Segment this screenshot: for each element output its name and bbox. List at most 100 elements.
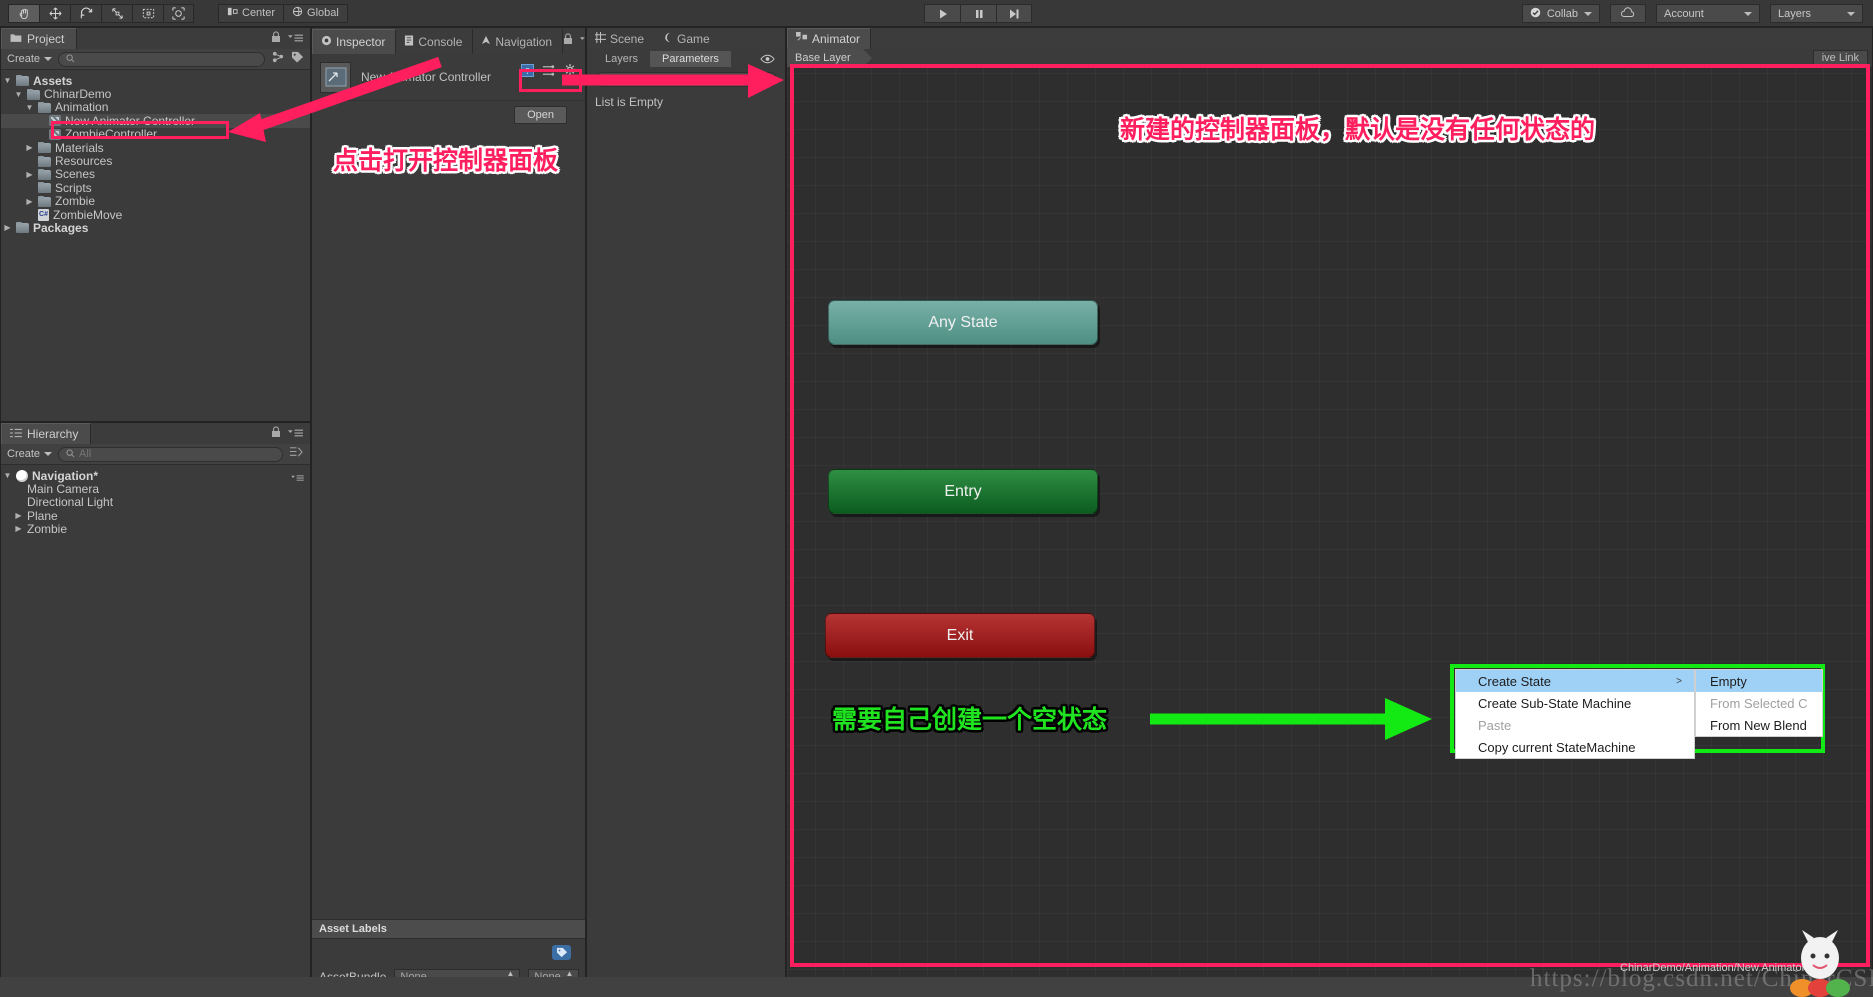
parameters-search-input[interactable]: [616, 73, 769, 86]
layers-label: Layers: [1778, 7, 1812, 20]
context-submenu-item[interactable]: Empty: [1696, 670, 1822, 692]
chevron-right-icon[interactable]: ▶: [3, 223, 12, 232]
lock-icon[interactable]: [271, 425, 281, 443]
tab-inspector[interactable]: Inspector: [312, 29, 397, 54]
help-icon[interactable]: ?: [521, 63, 534, 82]
tab-game[interactable]: Game: [654, 28, 720, 49]
tab-navigation[interactable]: Navigation: [473, 29, 564, 54]
play-button[interactable]: [924, 4, 960, 23]
pivot-mode-button[interactable]: Center: [218, 3, 284, 23]
hierarchy-search-box[interactable]: [58, 446, 283, 462]
filter-type-icon[interactable]: [271, 50, 285, 68]
hierarchy-tab-label: Hierarchy: [27, 427, 79, 441]
project-tree-item[interactable]: ▶ Scenes: [1, 167, 310, 181]
folder-icon: [38, 182, 51, 194]
animator-state-graph[interactable]: Any State Entry Exit: [787, 67, 1872, 997]
lock-icon[interactable]: [563, 32, 573, 50]
move-tool-button[interactable]: [39, 3, 70, 23]
context-submenu[interactable]: Empty From Selected C From New Blend: [1695, 669, 1823, 737]
step-button[interactable]: [996, 4, 1032, 23]
project-tree-item[interactable]: C# ZombieMove: [1, 207, 310, 222]
breadcrumb-base-layer[interactable]: Base Layer: [787, 49, 872, 67]
context-submenu-item[interactable]: From New Blend: [1696, 714, 1822, 736]
eye-icon[interactable]: [760, 51, 775, 69]
project-search-box[interactable]: [58, 51, 265, 67]
context-menu-item-label: Copy current StateMachine: [1478, 739, 1636, 755]
project-tree-item[interactable]: Scripts: [1, 181, 310, 195]
hierarchy-tree-item[interactable]: ▶ Zombie: [1, 521, 310, 537]
project-tree-item-label: New Animator Controller: [65, 113, 196, 128]
context-menu-item-label: Create State: [1478, 673, 1551, 689]
project-tree-item[interactable]: ▼ Assets: [1, 73, 310, 88]
chevron-down-icon[interactable]: ▼: [25, 103, 34, 112]
project-tree: ▼ Assets ▼ ChinarDemo ▼ Animation New Animator…: [1, 70, 310, 235]
state-node-exit[interactable]: Exit: [825, 613, 1095, 658]
asset-label-tag-button[interactable]: [552, 945, 571, 960]
project-tree-item[interactable]: ▶ Packages: [1, 221, 310, 235]
chevron-right-icon[interactable]: ▶: [25, 170, 34, 179]
project-tree-item[interactable]: New Animator Controller: [1, 113, 310, 128]
cloud-button[interactable]: [1610, 4, 1646, 23]
collab-button[interactable]: Collab: [1521, 4, 1600, 23]
inspector-object-header: New Animator Controller ?: [312, 54, 585, 101]
state-node-entry[interactable]: Entry: [828, 469, 1098, 514]
chevron-down-icon[interactable]: ▼: [3, 468, 12, 484]
context-menu-item[interactable]: Create State >: [1456, 670, 1694, 692]
filter-label-icon[interactable]: [291, 50, 304, 68]
preset-icon[interactable]: [542, 64, 555, 82]
animator-tab-label: Animator: [812, 32, 861, 46]
hierarchy-tree-item-label: Zombie: [27, 522, 68, 537]
project-tree-item[interactable]: ▼ Animation: [1, 100, 310, 114]
chevron-right-icon[interactable]: ▶: [25, 143, 34, 152]
project-tree-item[interactable]: ▼ ChinarDemo: [1, 87, 310, 101]
hand-tool-button[interactable]: [8, 3, 39, 23]
gear-icon[interactable]: [563, 63, 577, 82]
account-button[interactable]: Account: [1656, 4, 1760, 23]
scale-tool-button[interactable]: [101, 3, 132, 23]
tab-hierarchy[interactable]: Hierarchy: [1, 423, 92, 444]
rotate-tool-button[interactable]: [70, 3, 101, 23]
lock-icon[interactable]: [271, 30, 281, 48]
project-tree-item[interactable]: ZombieController: [1, 127, 310, 141]
scene-game-tabs: Scene Game: [587, 28, 785, 49]
transform-tool-button[interactable]: [163, 3, 194, 23]
folder-icon: [16, 222, 29, 234]
mascot-icon: [1780, 930, 1860, 997]
chevron-down-icon: [1744, 11, 1752, 16]
open-button[interactable]: Open: [514, 106, 567, 124]
layers-button[interactable]: Layers: [1770, 4, 1863, 23]
tab-project[interactable]: Project: [1, 28, 78, 49]
tab-scene[interactable]: Scene: [587, 28, 654, 49]
hierarchy-filter-icon[interactable]: [289, 445, 304, 463]
chevron-down-icon[interactable]: ▼: [3, 76, 12, 85]
tab-animator[interactable]: Animator: [787, 28, 872, 49]
project-tree-item[interactable]: Resources: [1, 154, 310, 168]
project-tree-item[interactable]: ▶ Materials: [1, 141, 310, 155]
project-search-input[interactable]: [79, 53, 257, 65]
parameters-search-box[interactable]: [595, 72, 777, 87]
project-tree-item-label: Assets: [33, 73, 73, 88]
cloud-icon: [1620, 6, 1636, 21]
hierarchy-create-button[interactable]: Create: [7, 448, 53, 460]
project-tree-item[interactable]: ▶ Zombie: [1, 194, 310, 208]
live-link-button[interactable]: ive Link: [1812, 50, 1868, 66]
context-menu-item[interactable]: Create Sub-State Machine: [1456, 692, 1694, 714]
rect-tool-button[interactable]: [132, 3, 163, 23]
subtab-parameters[interactable]: Parameters: [650, 50, 731, 67]
space-mode-button[interactable]: Global: [283, 3, 348, 23]
tab-console[interactable]: Console: [396, 29, 474, 54]
chevron-right-icon[interactable]: ▶: [14, 521, 23, 537]
chevron-down-icon[interactable]: ▼: [14, 90, 23, 99]
pause-button[interactable]: [960, 4, 996, 23]
panel-menu-icon[interactable]: [288, 30, 303, 48]
chevron-right-icon[interactable]: ▶: [25, 197, 34, 206]
project-tree-item-label: ZombieMove: [53, 207, 123, 222]
hierarchy-search-input[interactable]: [79, 448, 275, 460]
context-menu-item[interactable]: Copy current StateMachine: [1456, 736, 1694, 758]
subtab-layers[interactable]: Layers: [593, 51, 650, 67]
context-menu[interactable]: Create State > Create Sub-State Machine Pas…: [1455, 669, 1695, 759]
chevron-down-icon: [1847, 11, 1855, 16]
project-create-button[interactable]: Create: [7, 53, 53, 65]
panel-menu-icon[interactable]: [288, 425, 303, 443]
state-node-any[interactable]: Any State: [828, 300, 1098, 345]
